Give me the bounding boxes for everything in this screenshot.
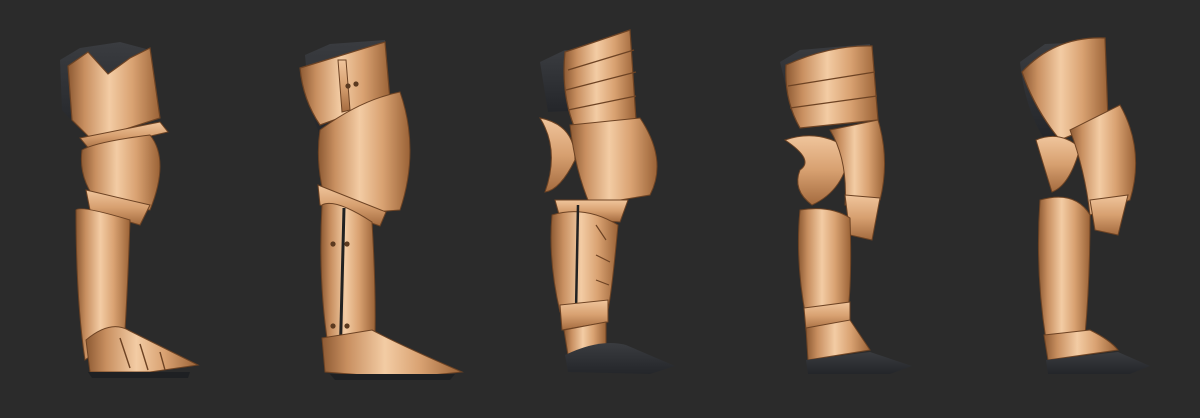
render-canvas <box>0 0 1200 418</box>
viewport <box>0 0 1200 418</box>
